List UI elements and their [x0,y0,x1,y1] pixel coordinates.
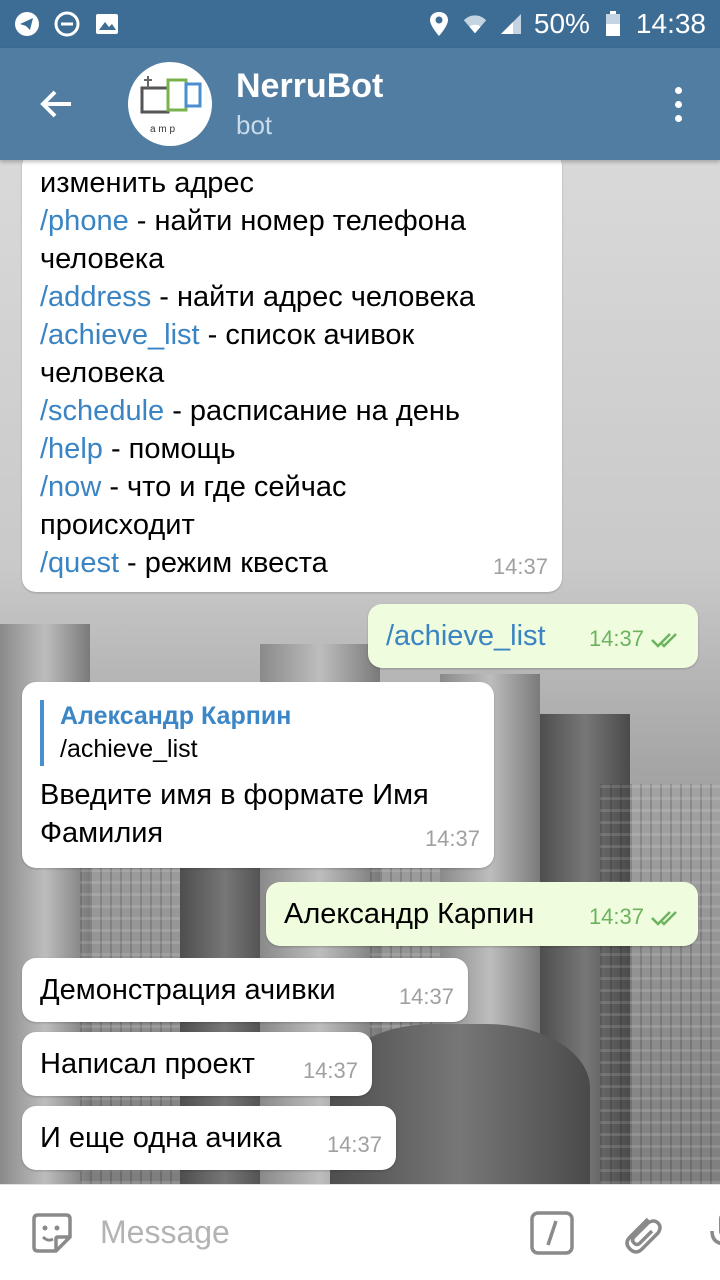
message-bubble-incoming[interactable]: Демонстрация ачивки 14:37 [22,958,468,1022]
location-icon [426,11,452,37]
message-time: 14:37 [588,626,644,651]
message-time: 14:37 [588,904,644,929]
command-link[interactable]: /address [40,281,151,313]
message-line: происходит [40,509,195,541]
avatar[interactable]: a m p [128,62,212,146]
microphone-icon [710,1214,720,1245]
message-bubble-incoming[interactable]: Написал проект 14:37 [22,1032,372,1096]
message-line: Введите имя в формате Имя [40,779,429,811]
message-input[interactable] [100,1214,420,1251]
double-check-icon [651,911,677,926]
double-check-icon [651,633,677,648]
message-line: - помощь [102,433,236,465]
attach-button[interactable] [618,1207,666,1259]
message-text: Написал проект [40,1048,255,1080]
arrow-left-icon [40,90,71,118]
battery-percent: 50% [533,8,590,39]
chat-background: изменить адрес /phone - найти номер теле… [0,160,720,1184]
signal-icon [498,11,524,37]
sticker-icon [32,1212,72,1253]
reply-author: Александр Карпин [60,702,292,730]
more-options-button[interactable] [666,76,690,132]
image-icon [94,11,120,37]
telegram-icon [14,11,40,37]
message-line: - что и где сейчас [101,471,347,503]
chat-title: NerruBot [236,67,384,105]
chat-header: a m p NerruBot bot [0,48,720,160]
avatar-text: a m p [150,124,175,135]
menu-dot-icon [674,86,682,94]
message-time: 14:37 [424,826,480,851]
message-line: человека [40,357,165,389]
command-link[interactable]: /schedule [40,395,164,427]
message-bubble-incoming[interactable]: Александр Карпин /achieve_list Введите и… [22,682,494,868]
command-link[interactable]: /phone [40,205,129,237]
battery-icon [600,11,626,37]
voice-record-button[interactable] [706,1207,720,1259]
message-line: - найти адрес человека [151,281,476,313]
menu-dot-icon [674,114,682,122]
status-bar: 50% 14:38 [0,0,720,48]
bot-commands-button[interactable] [528,1207,576,1259]
wifi-icon [462,11,488,37]
message-bubble-outgoing[interactable]: /achieve_list 14:37 [368,604,698,668]
message-line: изменить адрес [40,167,255,199]
command-link[interactable]: /achieve_list [386,620,546,652]
message-line: Фамилия [40,817,164,849]
back-button[interactable] [28,76,84,132]
command-link[interactable]: /help [40,433,103,465]
message-line: - режим квеста [119,547,328,579]
message-time: 14:37 [302,1058,358,1083]
clock: 14:38 [635,8,706,39]
message-time: 14:37 [326,1132,382,1157]
chat-subtitle: bot [236,110,273,140]
message-line: человека [40,243,165,275]
menu-dot-icon [674,100,682,108]
message-line: - найти номер телефона [128,205,467,237]
command-link[interactable]: /now [40,471,101,503]
message-line: - расписание на день [164,395,460,427]
message-bubble-outgoing[interactable]: Александр Карпин 14:37 [266,882,698,946]
message-composer [0,1184,720,1280]
slash-command-icon [530,1210,574,1255]
reply-quote[interactable]: Александр Карпин /achieve_list [40,700,476,766]
message-time: 14:37 [492,554,548,579]
message-text: Демонстрация ачивки [40,974,336,1006]
reply-text: /achieve_list [60,735,198,763]
command-link[interactable]: /quest [40,547,119,579]
sticker-button[interactable] [28,1207,76,1259]
message-text: И еще одна ачика [40,1122,282,1154]
message-text: Александр Карпин [284,898,535,930]
paperclip-icon [625,1217,662,1254]
command-link[interactable]: /achieve_list [40,319,200,351]
message-bubble-incoming[interactable]: И еще одна ачика 14:37 [22,1106,396,1170]
message-line: - список ачивок [199,319,415,351]
message-bubble-incoming[interactable]: изменить адрес /phone - найти номер теле… [22,160,562,592]
message-time: 14:37 [398,984,454,1009]
do-not-disturb-icon [54,11,80,37]
